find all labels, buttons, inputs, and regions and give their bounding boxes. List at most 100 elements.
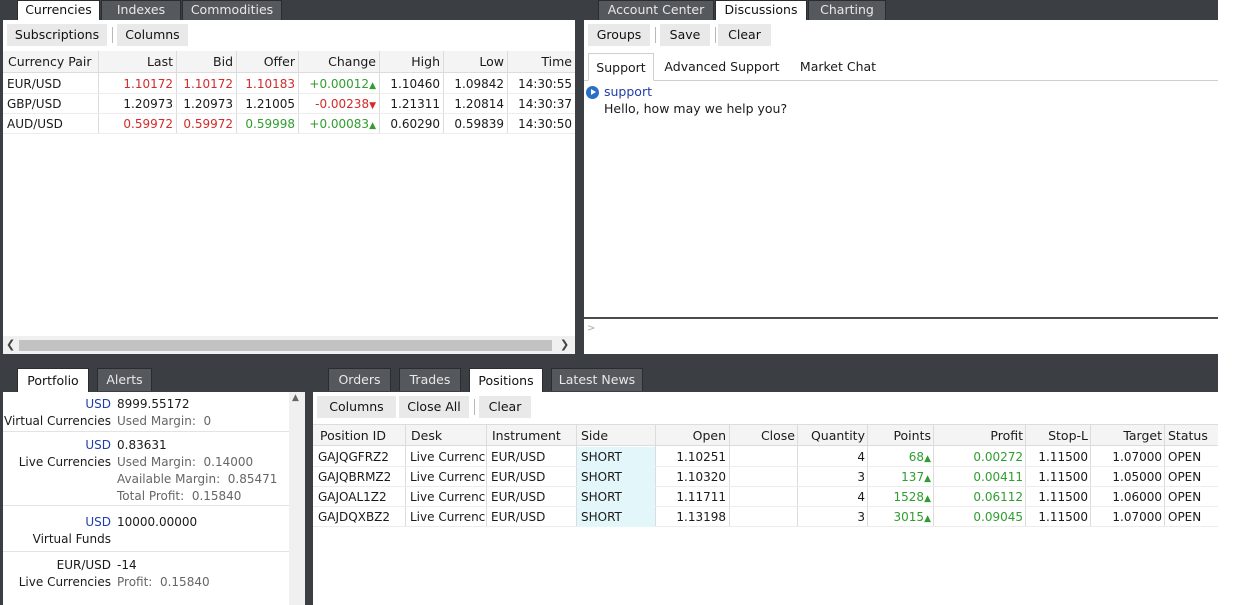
save-button[interactable]: Save <box>660 24 710 46</box>
desk: Live Currencies <box>410 490 486 504</box>
change-value: +0.00083 <box>309 117 370 131</box>
chat-input[interactable]: > <box>584 319 1218 354</box>
profit: 0.06112 <box>973 490 1023 504</box>
col-last[interactable]: Last <box>99 51 173 73</box>
play-icon <box>586 86 599 99</box>
col-instrument[interactable]: Instrument <box>492 425 576 447</box>
col-desk[interactable]: Desk <box>411 425 489 447</box>
col-low[interactable]: Low <box>444 51 504 73</box>
col-side[interactable]: Side <box>581 425 651 447</box>
col-points[interactable]: Points <box>869 425 931 447</box>
points: 137▲ <box>869 467 931 489</box>
tab-orders[interactable]: Orders <box>328 368 391 391</box>
scroll-right-icon[interactable]: ❯ <box>560 338 572 352</box>
col-stop-loss[interactable]: Stop-L <box>1027 425 1088 447</box>
col-target[interactable]: Target <box>1092 425 1162 447</box>
currencies-panel: Subscriptions Columns Currency Pair Last… <box>3 20 575 354</box>
col-change[interactable]: Change <box>299 51 376 73</box>
discussions-panel: Groups Save Clear Support Advanced Suppo… <box>584 20 1218 354</box>
close-all-button[interactable]: Close All <box>399 396 469 418</box>
subtab-market-chat[interactable]: Market Chat <box>794 53 882 81</box>
scrollbar-thumb[interactable] <box>19 340 552 351</box>
currency: USD <box>85 397 111 411</box>
columns-button[interactable]: Columns <box>317 396 396 418</box>
table-row[interactable]: GAJQBRMZ2 Live Currencies EUR/USD SHORT … <box>313 467 1218 487</box>
col-profit[interactable]: Profit <box>935 425 1023 447</box>
side: SHORT <box>577 507 655 527</box>
table-row[interactable]: EUR/USD 1.10172 1.10172 1.10183 +0.00012… <box>3 74 575 94</box>
col-time[interactable]: Time <box>508 51 572 73</box>
currency: USD <box>85 515 111 529</box>
open: 1.11711 <box>676 490 726 504</box>
positions-table: Position ID Desk Instrument Side Open Cl… <box>313 424 1218 605</box>
table-header: Position ID Desk Instrument Side Open Cl… <box>313 424 1218 446</box>
col-close[interactable]: Close <box>731 425 795 447</box>
portfolio-entry[interactable]: USD 0.83631 Live Currencies Used Margin:… <box>3 434 289 506</box>
portfolio-entry[interactable]: USD 10000.00000 Virtual Funds <box>3 508 289 552</box>
vertical-scrollbar[interactable]: ▲ <box>289 392 305 605</box>
portfolio-entry[interactable]: USD 8999.55172 Virtual Currencies Used M… <box>3 394 289 432</box>
tab-account-center[interactable]: Account Center <box>598 0 714 20</box>
subtab-support[interactable]: Support <box>588 53 654 81</box>
table-row[interactable]: GAJQGFRZ2 Live Currencies EUR/USD SHORT … <box>313 447 1218 467</box>
open: 1.10251 <box>676 450 726 464</box>
subscriptions-button[interactable]: Subscriptions <box>7 24 107 46</box>
desk: Live Currencies <box>410 450 486 464</box>
quantity: 4 <box>857 490 865 504</box>
columns-button[interactable]: Columns <box>117 24 188 46</box>
table-header: Currency Pair Last Bid Offer Change High… <box>3 51 575 73</box>
position-id: GAJDQXBZ2 <box>318 510 391 524</box>
tab-latest-news[interactable]: Latest News <box>551 368 643 391</box>
offer: 1.10183 <box>245 77 295 91</box>
scroll-left-icon[interactable]: ❮ <box>6 338 18 352</box>
clear-button[interactable]: Clear <box>718 24 771 46</box>
side-value: SHORT <box>581 450 622 464</box>
desk: Live Currencies <box>410 470 486 484</box>
col-position-id[interactable]: Position ID <box>320 425 404 447</box>
table-row[interactable]: GAJOAL1Z2 Live Currencies EUR/USD SHORT … <box>313 487 1218 507</box>
tab-charting[interactable]: Charting <box>808 0 886 20</box>
subtab-advanced-support[interactable]: Advanced Support <box>662 53 782 81</box>
detail: Used Margin: 0.14000 <box>117 455 254 469</box>
change: -0.00238▼ <box>299 94 376 116</box>
col-currency-pair[interactable]: Currency Pair <box>8 51 98 73</box>
last: 1.20973 <box>123 97 173 111</box>
col-open[interactable]: Open <box>658 425 726 447</box>
tab-currencies[interactable]: Currencies <box>17 0 100 21</box>
table-row[interactable]: AUD/USD 0.59972 0.59972 0.59998 +0.00083… <box>3 114 575 134</box>
table-row[interactable]: GBP/USD 1.20973 1.20973 1.21005 -0.00238… <box>3 94 575 114</box>
scroll-up-icon[interactable]: ▲ <box>292 393 299 403</box>
table-row[interactable]: GAJDQXBZ2 Live Currencies EUR/USD SHORT … <box>313 507 1218 527</box>
tab-commodities[interactable]: Commodities <box>182 0 282 20</box>
currency: USD <box>85 438 111 452</box>
stop-loss: 1.11500 <box>1038 510 1088 524</box>
tab-trades[interactable]: Trades <box>399 368 461 391</box>
tab-portfolio[interactable]: Portfolio <box>17 368 89 392</box>
input-prompt: > <box>587 323 596 334</box>
target: 1.06000 <box>1112 490 1162 504</box>
portfolio-entry[interactable]: EUR/USD -14 Live Currencies Profit: 0.15… <box>3 554 289 594</box>
value: 8999.55172 <box>117 397 190 411</box>
col-high[interactable]: High <box>380 51 440 73</box>
groups-button[interactable]: Groups <box>588 24 650 46</box>
stop-loss: 1.11500 <box>1038 490 1088 504</box>
instrument: EUR/USD <box>491 450 546 464</box>
tab-alerts[interactable]: Alerts <box>97 368 152 391</box>
tab-discussions[interactable]: Discussions <box>715 0 807 21</box>
horizontal-scrollbar[interactable]: ❮ ❯ <box>3 336 575 354</box>
status: OPEN <box>1168 490 1202 504</box>
subtab-bar: Support Advanced Support Market Chat <box>584 53 1218 81</box>
col-quantity[interactable]: Quantity <box>799 425 865 447</box>
stop-loss: 1.11500 <box>1038 470 1088 484</box>
points-value: 137 <box>901 470 925 484</box>
tab-indexes[interactable]: Indexes <box>101 0 181 20</box>
col-offer[interactable]: Offer <box>237 51 295 73</box>
clear-button[interactable]: Clear <box>479 396 531 418</box>
chat-message: support Hello, how may we help you? <box>586 84 1186 125</box>
col-bid[interactable]: Bid <box>177 51 233 73</box>
col-status[interactable]: Status <box>1168 425 1218 447</box>
up-arrow-icon: ▲ <box>924 494 931 504</box>
up-arrow-icon: ▲ <box>924 454 931 464</box>
tab-positions[interactable]: Positions <box>469 368 543 392</box>
stop-loss: 1.11500 <box>1038 450 1088 464</box>
